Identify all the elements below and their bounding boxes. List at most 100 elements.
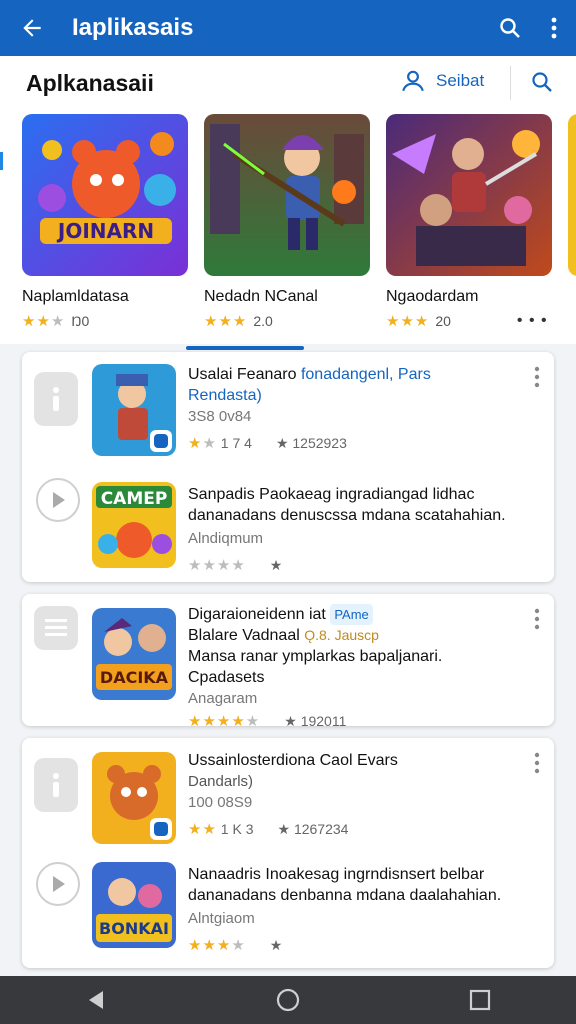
square-recents-icon	[469, 989, 491, 1011]
tag-pill: PAme	[330, 604, 373, 625]
game-art-thumbnail: JOINARN	[22, 114, 188, 276]
app-text: Ussainlosterdiona Caol Evars Dandarls) 1…	[188, 750, 518, 840]
developer-name: Anagaram	[188, 690, 258, 707]
app-description: Sanpadis Paokaeag ingradiangad lidhac da…	[188, 486, 506, 524]
rating-value: 20	[435, 313, 451, 329]
section-search-button[interactable]	[530, 70, 554, 99]
people-filter-label: Seibat	[436, 71, 485, 90]
more-options-button[interactable]	[532, 0, 576, 56]
game-art-thumbnail	[386, 114, 552, 276]
app-text: Usalai Feanaro fonadangenl, Pars Rendast…	[188, 364, 518, 454]
tab-indicator	[186, 346, 304, 350]
rating-line: ★★★★ ★	[188, 555, 518, 576]
app-description: Mansa ranar ymplarkas bapaljanari. Cpada…	[188, 648, 443, 686]
featured-carousel[interactable]: JOINARN Naplamldatasa ★★★ Ŋ0 Nedadn NCan…	[0, 108, 576, 344]
star-rating: ★★★	[386, 313, 430, 330]
nav-recents-button[interactable]	[450, 976, 510, 1024]
star-rating: ★★★	[22, 313, 66, 330]
svg-text:JOINARN: JOINARN	[56, 219, 154, 243]
divider	[510, 66, 511, 100]
star-rating: ★★★★	[188, 557, 246, 574]
featured-card[interactable]: Ngaodardam ★★★ 20 • • •	[386, 114, 552, 330]
app-meta: 100 08S9	[188, 794, 253, 811]
carousel-edge-marker	[0, 152, 3, 170]
circle-home-icon	[276, 988, 300, 1012]
search-icon	[532, 72, 552, 92]
app-icon	[92, 364, 176, 456]
developer-name: Alntgiaom	[188, 910, 255, 927]
nav-back-button[interactable]	[66, 976, 126, 1024]
people-filter-button[interactable]: Seibat	[400, 68, 484, 94]
app-icon: DACIKA	[92, 608, 176, 700]
app-bar: Iaplikasais	[0, 0, 576, 56]
more-horizontal-icon[interactable]: • • •	[517, 312, 548, 330]
arrow-left-icon	[23, 19, 41, 37]
star-rating: ★★	[188, 821, 217, 838]
search-button[interactable]	[488, 0, 532, 56]
review-count: ★ 1267234	[277, 821, 349, 837]
rating-line: ★★ 1 K 3 ★ 1267234	[188, 819, 518, 840]
play-button[interactable]	[36, 862, 80, 906]
svg-text:CAMEP: CAMEP	[101, 489, 168, 509]
app-extra: Ǫ.8. Jauscp	[304, 627, 379, 643]
rating-line: ★★★★ ★	[188, 935, 518, 956]
star-rating: ★★	[188, 435, 217, 452]
featured-card[interactable]: Nedadn NCanal ★★★ 2.0	[204, 114, 370, 330]
more-vertical-icon[interactable]	[534, 608, 540, 630]
star-rating: ★★★★	[188, 937, 246, 954]
app-list-card: Usalai Feanaro fonadangenl, Pars Rendast…	[22, 352, 554, 582]
app-text: Digaraioneidenn iat PAme Blalare Vadnaal…	[188, 604, 518, 732]
info-icon	[53, 773, 59, 797]
app-description: Nanaadris Inoakesag ingrndisnsert belbar…	[188, 866, 502, 904]
game-art-thumbnail	[568, 114, 576, 276]
svg-text:DACIKA: DACIKA	[100, 668, 169, 687]
info-badge	[34, 758, 78, 812]
triangle-back-icon	[89, 991, 103, 1009]
more-vertical-icon[interactable]	[534, 752, 540, 774]
developer-name: Alndiqmum	[188, 530, 264, 547]
review-count: ★	[269, 937, 283, 953]
app-text: Nanaadris Inoakesag ingrndisnsert belbar…	[188, 864, 518, 956]
featured-rating: ★★★ 20 • • •	[386, 312, 552, 330]
star-rating: ★★★★★	[188, 713, 261, 730]
info-icon	[53, 387, 59, 411]
nav-home-button[interactable]	[258, 976, 318, 1024]
back-button[interactable]	[0, 0, 64, 56]
app-title: Digaraioneidenn iat	[188, 606, 326, 623]
featured-title: Nedadn NCanal	[204, 288, 318, 305]
app-list-card: DACIKA Digaraioneidenn iat PAme Blalare …	[22, 594, 554, 730]
play-icon	[53, 492, 65, 508]
person-icon	[402, 70, 424, 92]
svg-text:BONKAI: BONKAI	[99, 919, 169, 938]
app-subtitle: Dandarls)	[188, 773, 254, 790]
app-title-accent: fonadangenl, Pars	[300, 366, 431, 383]
featured-rating: ★★★ Ŋ0	[22, 312, 188, 330]
rating-value: Ŋ0	[71, 313, 90, 329]
play-button[interactable]	[36, 478, 80, 522]
section-header: Aplkanasaii Seibat	[0, 56, 576, 109]
list-icon	[45, 619, 67, 636]
rating-value: 2.0	[253, 313, 273, 329]
featured-card[interactable]: JOINARN Naplamldatasa ★★★ Ŋ0	[22, 114, 188, 330]
app-icon	[92, 752, 176, 844]
play-icon	[53, 876, 65, 892]
info-badge	[34, 372, 78, 426]
app-subtitle: Rendasta)	[188, 387, 262, 404]
more-vertical-icon[interactable]	[534, 366, 540, 388]
section-title: Aplkanasaii	[26, 70, 154, 96]
app-text: Sanpadis Paokaeag ingradiangad lidhac da…	[188, 484, 518, 576]
featured-title: Naplamldatasa	[22, 288, 129, 305]
app-subtitle: Blalare Vadnaal	[188, 627, 300, 644]
rating-line: ★★ 1 7 4 ★ 1252923	[188, 433, 518, 454]
star-rating: ★★★	[204, 313, 248, 330]
rating-line: ★★★★★ ★ 192011	[188, 711, 518, 732]
rating-value: 1 7 4	[220, 435, 252, 451]
app-meta: 3S8 0v84	[188, 408, 252, 425]
game-art-thumbnail	[204, 114, 370, 276]
rating-value: 1 K 3	[220, 821, 254, 837]
featured-card-partial[interactable]	[568, 114, 576, 276]
review-count: ★ 1252923	[275, 435, 347, 451]
app-title: Ussainlosterdiona Caol Evars	[188, 752, 398, 769]
system-nav-bar	[0, 976, 576, 1024]
featured-title: Ngaodardam	[386, 288, 479, 305]
